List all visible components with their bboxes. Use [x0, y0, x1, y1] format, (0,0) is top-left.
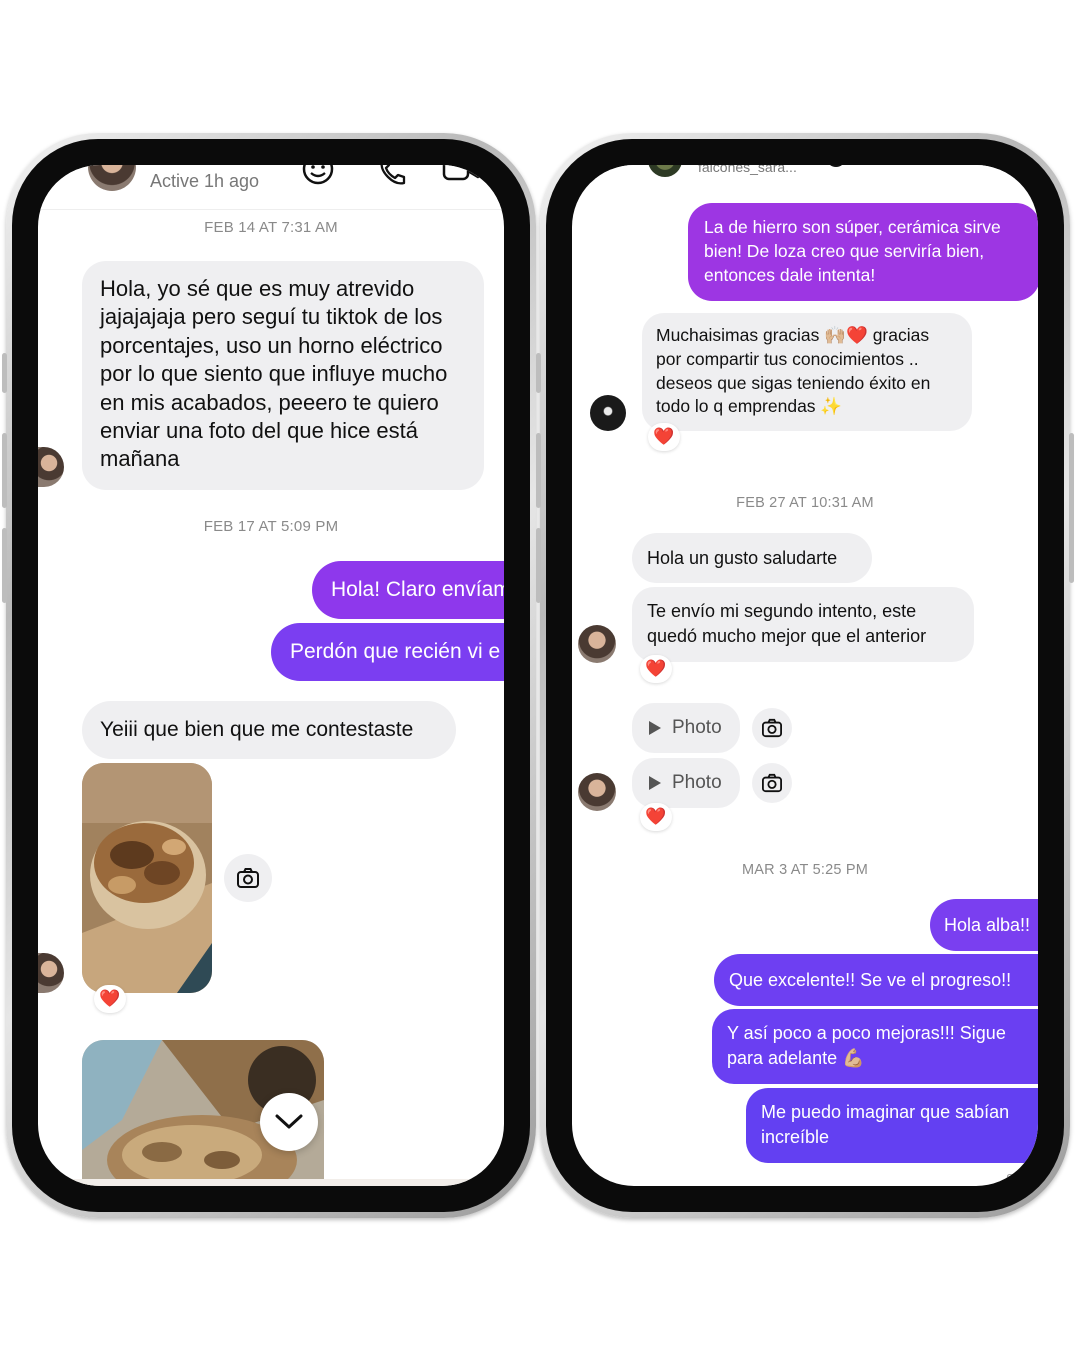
outgoing-message[interactable]: Y así poco a poco mejoras!!! Sigue para … — [712, 1009, 1038, 1084]
play-icon — [649, 776, 661, 790]
avatar[interactable] — [648, 165, 682, 177]
volume-up-button — [536, 433, 541, 508]
chat-screen-right: falcones_sara... La de hierro son súper,… — [572, 165, 1038, 1186]
camera-reply-button[interactable] — [752, 763, 792, 803]
video-call-icon[interactable] — [948, 165, 974, 171]
bezel: Active 1h ago FEB 14 AT 7:31 AM Hola, yo… — [12, 139, 530, 1212]
photo-label: Photo — [672, 772, 722, 793]
composer-bar[interactable] — [38, 1179, 504, 1186]
outgoing-message[interactable]: Que excelente!! Se ve el progreso!! — [714, 954, 1038, 1006]
photo-attachment[interactable]: Photo — [632, 758, 740, 808]
chat-screen-left: Active 1h ago FEB 14 AT 7:31 AM Hola, yo… — [38, 165, 504, 1186]
heart-reaction[interactable]: ❤️ — [94, 985, 126, 1013]
avatar[interactable] — [578, 773, 616, 811]
incoming-message[interactable]: Te envío mi segundo intento, este quedó … — [632, 587, 974, 662]
avatar[interactable] — [38, 953, 64, 993]
avatar[interactable] — [578, 625, 616, 663]
avatar[interactable] — [38, 447, 64, 487]
mute-switch — [536, 353, 541, 393]
power-button — [1069, 433, 1074, 583]
camera-reply-button[interactable] — [224, 854, 272, 902]
bread-photo-image — [82, 763, 212, 993]
timestamp: MAR 3 AT 5:25 PM — [742, 862, 868, 878]
scroll-down-button[interactable] — [260, 1093, 318, 1151]
incoming-message[interactable]: Hola, yo sé que es muy atrevido jajajaja… — [82, 261, 484, 490]
timestamp: FEB 27 AT 10:31 AM — [736, 495, 874, 511]
outgoing-message[interactable]: La de hierro son súper, cerámica sirve b… — [688, 203, 1038, 301]
camera-icon — [237, 868, 259, 888]
seen-status: See — [1006, 1171, 1030, 1186]
outgoing-message[interactable]: Perdón que recién vi e — [271, 623, 504, 681]
phone-call-icon[interactable] — [376, 165, 410, 189]
heart-reaction[interactable]: ❤️ — [640, 655, 672, 683]
chevron-down-icon — [275, 1114, 303, 1129]
photo-label: Photo — [672, 717, 722, 738]
play-icon — [649, 721, 661, 735]
outgoing-message[interactable]: Hola alba!! — [930, 899, 1038, 951]
camera-reply-button[interactable] — [752, 708, 792, 748]
camera-icon — [762, 718, 782, 738]
bezel: falcones_sara... La de hierro son súper,… — [546, 139, 1064, 1212]
incoming-message[interactable]: Muchaisimas gracias 🙌🏼❤️ gracias por com… — [642, 313, 972, 432]
chat-header: falcones_sara... — [572, 165, 1038, 179]
incoming-message[interactable]: Hola un gusto saludarte — [632, 533, 872, 583]
volume-up-button — [2, 433, 7, 508]
video-call-icon[interactable] — [442, 165, 482, 189]
timestamp: FEB 14 AT 7:31 AM — [204, 219, 338, 236]
heart-reaction[interactable]: ❤️ — [640, 803, 672, 831]
incoming-message[interactable]: Yeiii que bien que me contestaste — [82, 701, 456, 759]
timestamp: FEB 17 AT 5:09 PM — [203, 518, 339, 535]
outgoing-message[interactable]: Hola! Claro envíam — [312, 561, 504, 619]
phone-frame-right: falcones_sara... La de hierro son súper,… — [536, 133, 1074, 1218]
phone-call-icon[interactable] — [892, 165, 914, 171]
volume-down-button — [2, 528, 7, 603]
mute-switch — [2, 353, 7, 393]
volume-down-button — [536, 528, 541, 603]
chat-header: Active 1h ago — [38, 165, 504, 210]
username: falcones_sara... — [698, 165, 797, 175]
heart-reaction[interactable]: ❤️ — [648, 423, 680, 451]
phone-frame-left: Active 1h ago FEB 14 AT 7:31 AM Hola, yo… — [2, 133, 536, 1218]
sticker-icon[interactable] — [300, 165, 336, 189]
photo-bread-1[interactable] — [82, 763, 212, 993]
avatar[interactable] — [88, 165, 136, 191]
sticker-icon[interactable] — [824, 165, 848, 171]
outgoing-message[interactable]: Me puedo imaginar que sabían increíble — [746, 1088, 1038, 1163]
camera-icon — [762, 773, 782, 793]
photo-attachment[interactable]: Photo — [632, 703, 740, 753]
avatar[interactable] — [590, 395, 626, 431]
active-status: Active 1h ago — [150, 171, 260, 191]
